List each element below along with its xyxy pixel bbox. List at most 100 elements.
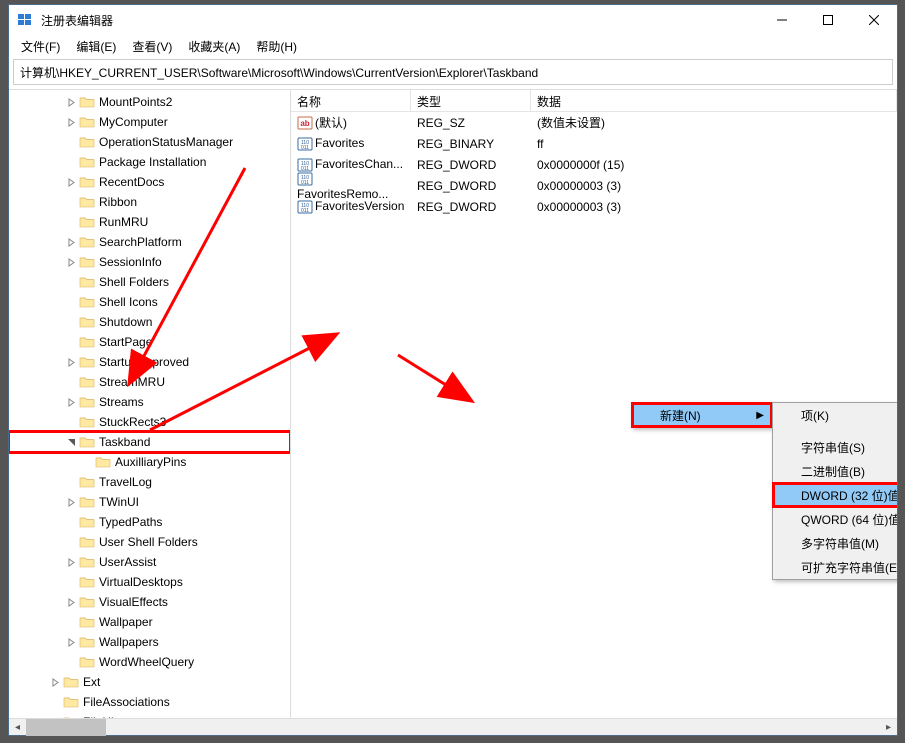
expand-icon[interactable] bbox=[65, 176, 77, 188]
tree-item-searchplatform[interactable]: SearchPlatform bbox=[9, 232, 290, 252]
scroll-left-arrow-icon[interactable]: ◂ bbox=[9, 719, 26, 736]
ctx-multistr[interactable]: 多字符串值(M) bbox=[773, 531, 897, 555]
col-type-header[interactable]: 类型 bbox=[411, 90, 531, 111]
value-type: REG_DWORD bbox=[411, 198, 531, 216]
titlebar: 注册表编辑器 bbox=[9, 5, 897, 35]
tree-item-label: Shutdown bbox=[99, 315, 152, 329]
expand-icon[interactable] bbox=[65, 496, 77, 508]
expand-icon[interactable] bbox=[65, 116, 77, 128]
tree-item-stuckrects3[interactable]: StuckRects3 bbox=[9, 412, 290, 432]
value-row[interactable]: 110011FavoritesVersionREG_DWORD0x0000000… bbox=[291, 196, 897, 217]
close-button[interactable] bbox=[851, 5, 897, 35]
ctx-string[interactable]: 字符串值(S) bbox=[773, 435, 897, 459]
tree-item-mycomputer[interactable]: MyComputer bbox=[9, 112, 290, 132]
folder-icon bbox=[63, 675, 79, 689]
expand-icon bbox=[65, 216, 77, 228]
expand-icon[interactable] bbox=[49, 716, 61, 718]
tree-item-ext[interactable]: Ext bbox=[9, 672, 290, 692]
tree-item-shell-icons[interactable]: Shell Icons bbox=[9, 292, 290, 312]
ctx-new[interactable]: 新建(N) ▶ bbox=[632, 403, 772, 427]
expand-icon bbox=[49, 696, 61, 708]
tree-item-user-shell-folders[interactable]: User Shell Folders bbox=[9, 532, 290, 552]
tree-item-recentdocs[interactable]: RecentDocs bbox=[9, 172, 290, 192]
tree-item-label: FileAssociations bbox=[83, 695, 170, 709]
tree-horizontal-scrollbar[interactable]: ◂ ▸ bbox=[9, 718, 897, 735]
tree-item-wordwheelquery[interactable]: WordWheelQuery bbox=[9, 652, 290, 672]
tree-item-operationstatusmanager[interactable]: OperationStatusManager bbox=[9, 132, 290, 152]
expand-icon[interactable] bbox=[65, 396, 77, 408]
tree-item-virtualdesktops[interactable]: VirtualDesktops bbox=[9, 572, 290, 592]
tree-item-label: SearchPlatform bbox=[99, 235, 182, 249]
tree-item-taskband[interactable]: Taskband bbox=[9, 432, 290, 452]
tree-item-shell-folders[interactable]: Shell Folders bbox=[9, 272, 290, 292]
ctx-key[interactable]: 项(K) bbox=[773, 403, 897, 427]
menu-favorites[interactable]: 收藏夹(A) bbox=[180, 36, 248, 57]
tree-item-travellog[interactable]: TravelLog bbox=[9, 472, 290, 492]
tree-item-mountpoints2[interactable]: MountPoints2 bbox=[9, 92, 290, 112]
menu-edit[interactable]: 编辑(E) bbox=[68, 36, 124, 57]
tree-item-label: StuckRects3 bbox=[99, 415, 166, 429]
expand-icon[interactable] bbox=[65, 636, 77, 648]
value-row[interactable]: 110011FavoritesRemo...REG_DWORD0x0000000… bbox=[291, 175, 897, 196]
col-data-header[interactable]: 数据 bbox=[531, 90, 897, 111]
minimize-button[interactable] bbox=[759, 5, 805, 35]
value-row[interactable]: ab(默认)REG_SZ(数值未设置) bbox=[291, 112, 897, 133]
tree-item-ribbon[interactable]: Ribbon bbox=[9, 192, 290, 212]
expand-icon bbox=[65, 316, 77, 328]
menu-help[interactable]: 帮助(H) bbox=[248, 36, 305, 57]
tree-item-label: StartupApproved bbox=[99, 355, 189, 369]
tree-item-twinui[interactable]: TWinUI bbox=[9, 492, 290, 512]
address-bar[interactable]: 计算机\HKEY_CURRENT_USER\Software\Microsoft… bbox=[13, 59, 893, 85]
tree-item-label: Shell Folders bbox=[99, 275, 169, 289]
tree-item-shutdown[interactable]: Shutdown bbox=[9, 312, 290, 332]
context-menu-primary: 新建(N) ▶ bbox=[631, 402, 773, 428]
ctx-binary[interactable]: 二进制值(B) bbox=[773, 459, 897, 483]
tree-item-auxilliarypins[interactable]: AuxilliaryPins bbox=[9, 452, 290, 472]
tree-item-fileassociations[interactable]: FileAssociations bbox=[9, 692, 290, 712]
tree-item-package-installation[interactable]: Package Installation bbox=[9, 152, 290, 172]
ctx-dword[interactable]: DWORD (32 位)值(D) bbox=[773, 483, 897, 507]
expand-icon[interactable] bbox=[49, 676, 61, 688]
tree-item-label: Ext bbox=[83, 675, 100, 689]
expand-icon bbox=[65, 376, 77, 388]
expand-icon[interactable] bbox=[65, 556, 77, 568]
expand-icon[interactable] bbox=[65, 96, 77, 108]
maximize-button[interactable] bbox=[805, 5, 851, 35]
tree-item-streammru[interactable]: StreamMRU bbox=[9, 372, 290, 392]
tree-item-startupapproved[interactable]: StartupApproved bbox=[9, 352, 290, 372]
tree-item-wallpaper[interactable]: Wallpaper bbox=[9, 612, 290, 632]
list-pane[interactable]: 名称 类型 数据 ab(默认)REG_SZ(数值未设置)110011Favori… bbox=[291, 90, 897, 718]
tree-item-label: WordWheelQuery bbox=[99, 655, 194, 669]
collapse-icon[interactable] bbox=[65, 436, 77, 448]
value-name: FavoritesVersion bbox=[315, 199, 404, 213]
col-name-header[interactable]: 名称 bbox=[291, 90, 411, 111]
expand-icon[interactable] bbox=[65, 236, 77, 248]
ctx-expstr[interactable]: 可扩充字符串值(E) bbox=[773, 555, 897, 579]
expand-icon[interactable] bbox=[65, 356, 77, 368]
tree-item-label: Package Installation bbox=[99, 155, 206, 169]
expand-icon[interactable] bbox=[65, 596, 77, 608]
tree-pane[interactable]: MountPoints2MyComputer OperationStatusMan… bbox=[9, 90, 291, 718]
value-row[interactable]: 110011FavoritesREG_BINARYff bbox=[291, 133, 897, 154]
tree-item-sessioninfo[interactable]: SessionInfo bbox=[9, 252, 290, 272]
tree-item-userassist[interactable]: UserAssist bbox=[9, 552, 290, 572]
tree-item-typedpaths[interactable]: TypedPaths bbox=[9, 512, 290, 532]
tree-item-streams[interactable]: Streams bbox=[9, 392, 290, 412]
tree-item-label: OperationStatusManager bbox=[99, 135, 233, 149]
menu-file[interactable]: 文件(F) bbox=[13, 36, 68, 57]
scroll-thumb[interactable] bbox=[26, 719, 106, 736]
tree-item-startpage[interactable]: StartPage bbox=[9, 332, 290, 352]
tree-item-runmru[interactable]: RunMRU bbox=[9, 212, 290, 232]
menu-view[interactable]: 查看(V) bbox=[124, 36, 180, 57]
tree-item-wallpapers[interactable]: Wallpapers bbox=[9, 632, 290, 652]
tree-item-label: TypedPaths bbox=[99, 515, 162, 529]
ctx-qword[interactable]: QWORD (64 位)值(Q) bbox=[773, 507, 897, 531]
folder-icon bbox=[79, 335, 95, 349]
expand-icon[interactable] bbox=[65, 256, 77, 268]
tree-item-label: TWinUI bbox=[99, 495, 139, 509]
tree-item-visualeffects[interactable]: VisualEffects bbox=[9, 592, 290, 612]
tree-item-filehistory[interactable]: FileHistory bbox=[9, 712, 290, 718]
folder-icon bbox=[79, 395, 95, 409]
folder-icon bbox=[79, 235, 95, 249]
scroll-right-arrow-icon[interactable]: ▸ bbox=[880, 719, 897, 736]
